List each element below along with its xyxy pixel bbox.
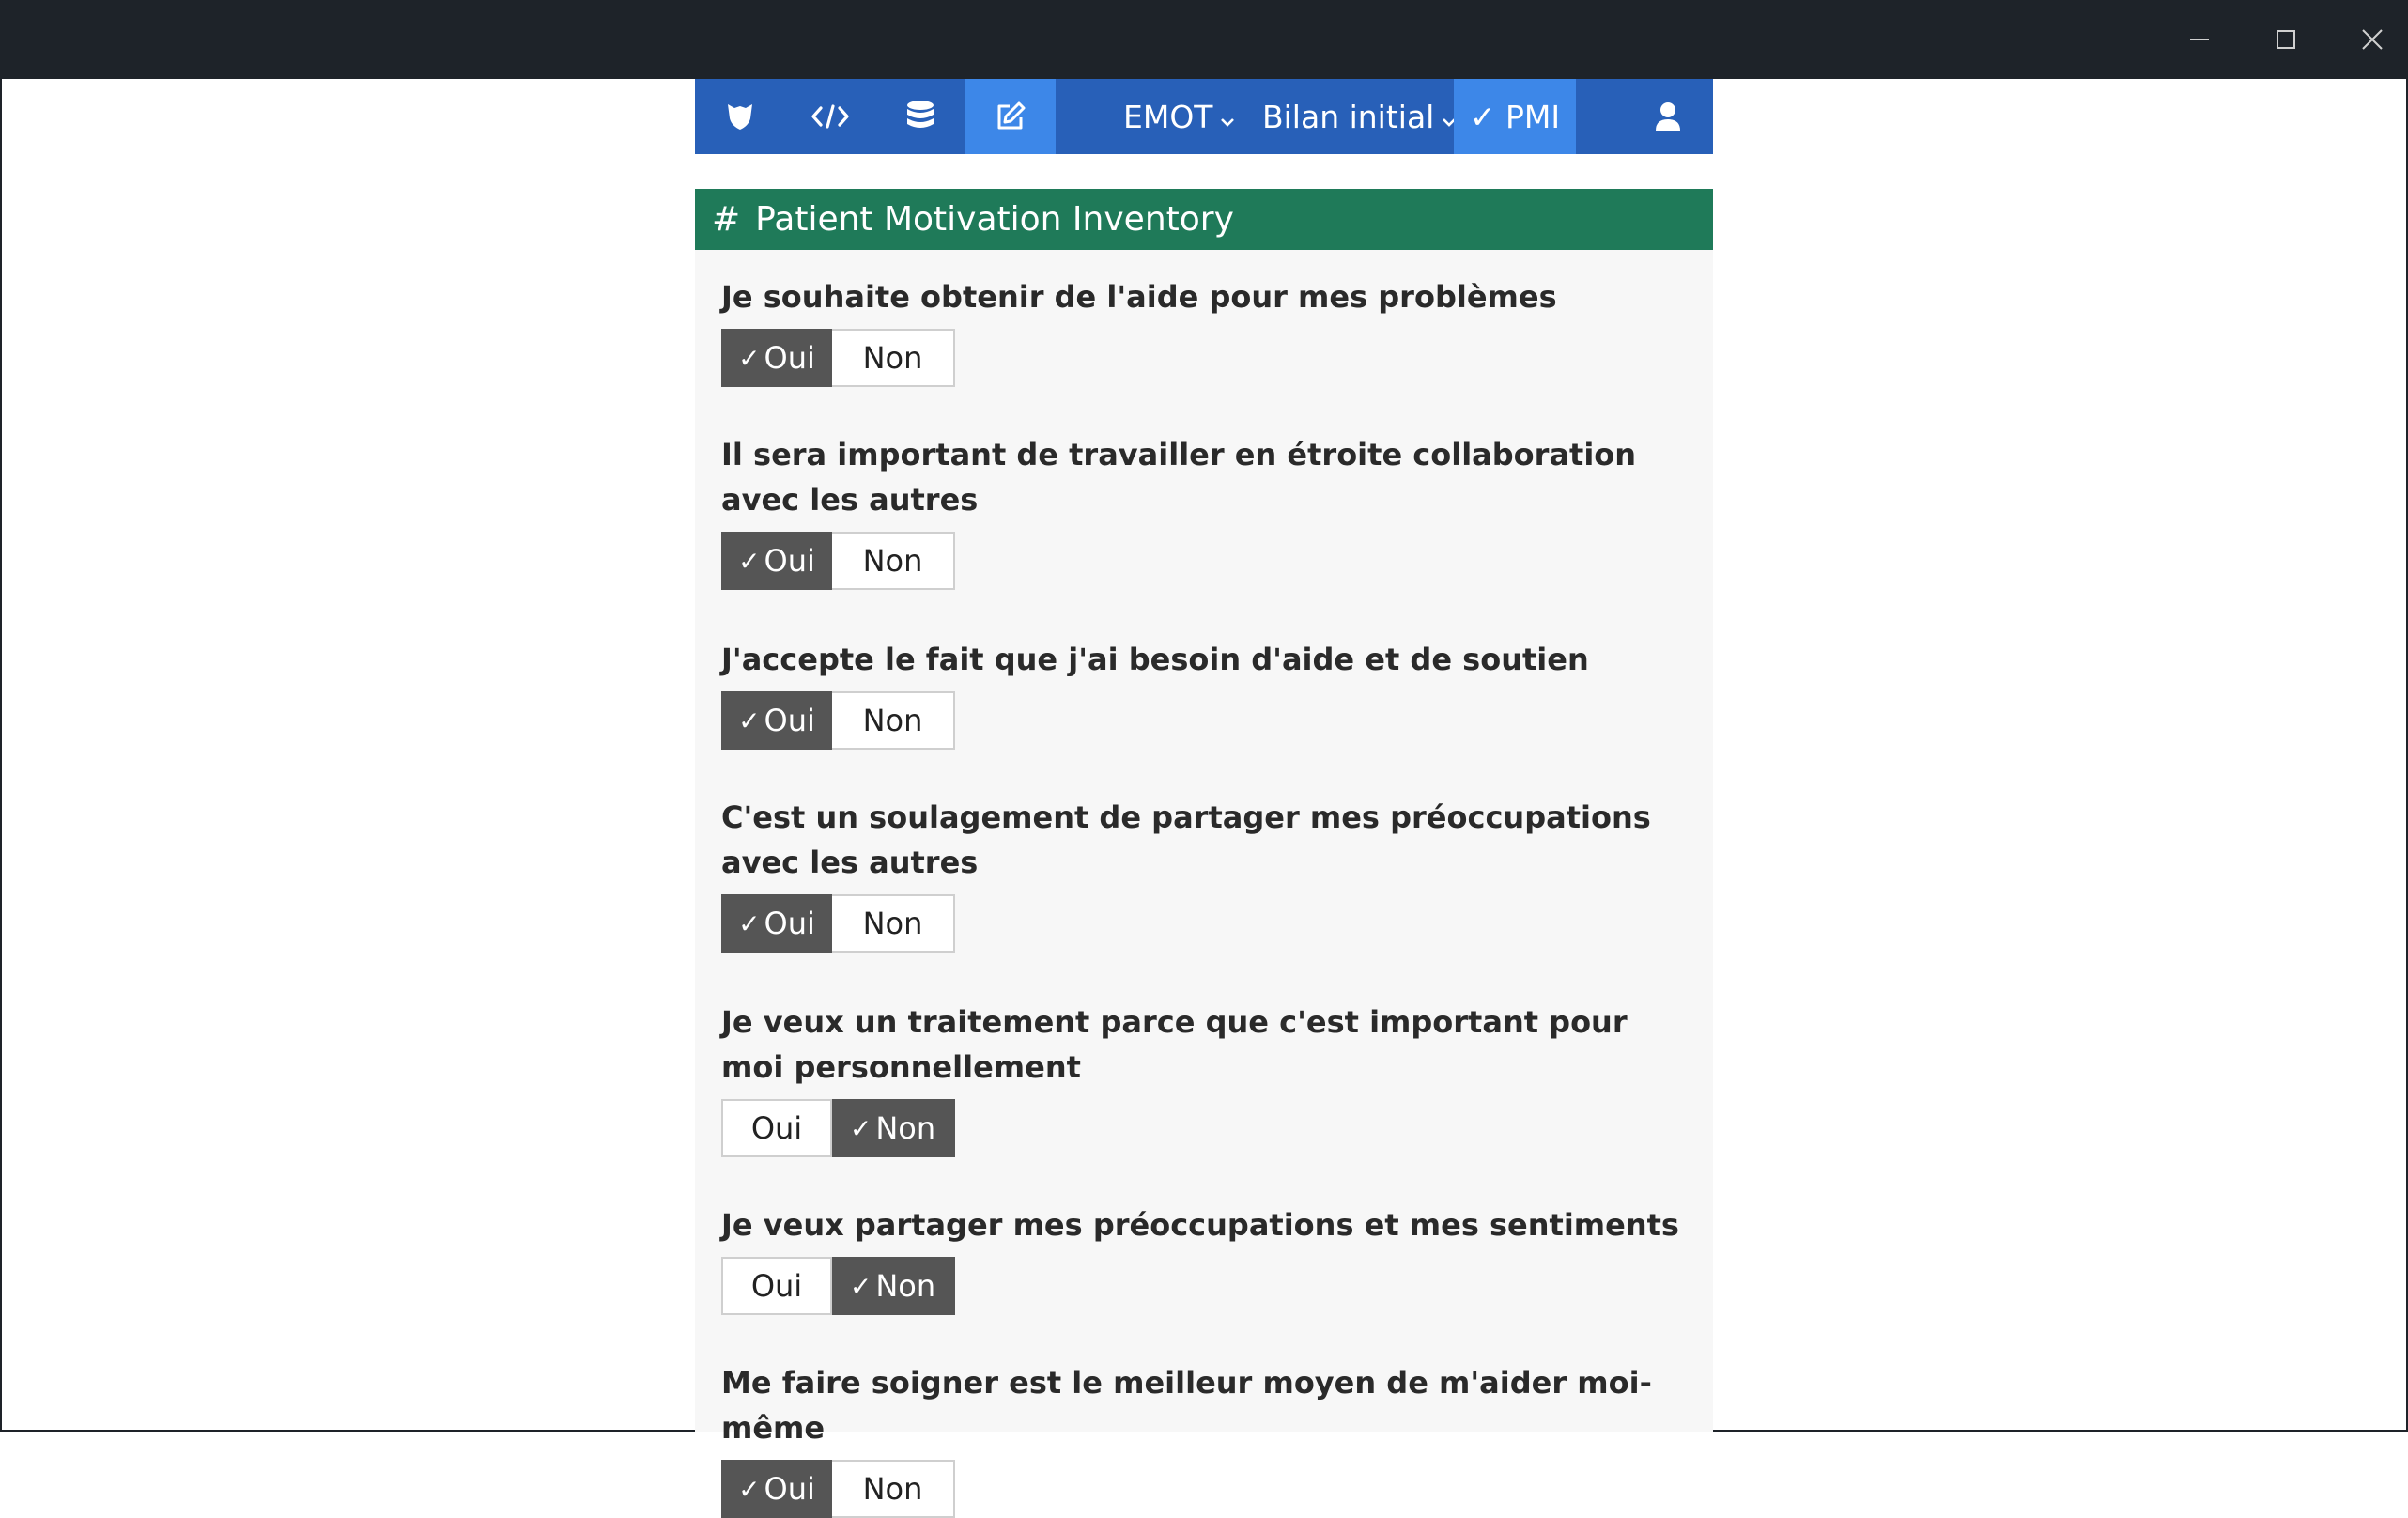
oui-non-toggle: ✓ Oui Non [721, 532, 1698, 590]
non-label: Non [875, 1110, 936, 1146]
anchor-hash[interactable]: # [712, 200, 740, 239]
oui-label: Oui [750, 1268, 803, 1304]
non-label: Non [862, 906, 923, 941]
close-icon [2362, 29, 2383, 50]
top-navbar: EMOT Bilan initial ✓ PMI [695, 79, 1713, 154]
maximize-icon [2277, 30, 2295, 49]
panel-header: # Patient Motivation Inventory [695, 189, 1713, 250]
oui-non-toggle: ✓ Oui Non [721, 691, 1698, 750]
non-button[interactable]: Non [832, 329, 955, 387]
database-icon [907, 101, 934, 128]
oui-label: Oui [764, 1471, 815, 1507]
check-icon: ✓ [849, 1270, 872, 1302]
check-icon: ✓ [849, 1112, 872, 1144]
question-label: J'accepte le fait que j'ai besoin d'aide… [721, 642, 1589, 677]
oui-label: Oui [764, 906, 815, 941]
oui-button[interactable]: ✓ Oui [721, 1460, 832, 1518]
non-button[interactable]: Non [832, 691, 955, 750]
check-icon: ✓ [738, 907, 761, 939]
pmi-tab[interactable]: ✓ PMI [1454, 79, 1576, 154]
minimize-icon [2190, 39, 2209, 40]
oui-button[interactable]: ✓ Oui [721, 691, 832, 750]
question-item: Il sera important de travailler en étroi… [721, 432, 1698, 590]
check-icon: ✓ [738, 545, 761, 577]
window-titlebar [0, 0, 2408, 79]
oui-label: Oui [764, 543, 815, 579]
oui-label: Oui [764, 703, 815, 738]
oui-non-toggle: Oui ✓ Non [721, 1099, 1698, 1157]
oui-button[interactable]: ✓ Oui [721, 894, 832, 953]
oui-button[interactable]: ✓ Oui [721, 532, 832, 590]
nav-home-button[interactable] [695, 79, 785, 154]
question-label: Me faire soigner est le meilleur moyen d… [721, 1365, 1652, 1446]
oui-label: Oui [764, 340, 815, 376]
check-icon: ✓ [738, 705, 761, 736]
question-item: Je souhaite obtenir de l'aide pour mes p… [721, 274, 1698, 387]
non-label: Non [862, 340, 923, 376]
bilan-dropdown[interactable]: Bilan initial [1262, 79, 1457, 154]
oui-button[interactable]: Oui [721, 1099, 832, 1157]
question-item: Me faire soigner est le meilleur moyen d… [721, 1360, 1698, 1518]
oui-button[interactable]: ✓ Oui [721, 329, 832, 387]
user-icon [1656, 102, 1680, 131]
edit-icon [997, 101, 1026, 130]
non-button[interactable]: Non [832, 1460, 955, 1518]
maximize-button[interactable] [2243, 0, 2329, 79]
emot-dropdown[interactable]: EMOT [1123, 79, 1235, 154]
close-button[interactable] [2329, 0, 2408, 79]
question-item: C'est un soulagement de partager mes pré… [721, 795, 1698, 953]
chevron-down-icon [1220, 99, 1235, 135]
nav-code-button[interactable] [785, 79, 875, 154]
oui-label: Oui [750, 1110, 803, 1146]
bilan-dropdown-label: Bilan initial [1262, 98, 1435, 135]
question-item: Je veux partager mes préoccupations et m… [721, 1202, 1698, 1315]
question-label: C'est un soulagement de partager mes pré… [721, 799, 1651, 880]
non-label: Non [862, 703, 923, 738]
question-label: Je veux un traitement parce que c'est im… [721, 1004, 1628, 1085]
oui-non-toggle: ✓ Oui Non [721, 329, 1698, 387]
non-button[interactable]: Non [832, 532, 955, 590]
question-label: Il sera important de travailler en étroi… [721, 437, 1637, 518]
question-item: J'accepte le fait que j'ai besoin d'aide… [721, 637, 1698, 750]
question-label: Je souhaite obtenir de l'aide pour mes p… [721, 279, 1557, 315]
non-label: Non [862, 543, 923, 579]
question-label: Je veux partager mes préoccupations et m… [721, 1207, 1679, 1243]
code-icon [811, 104, 849, 129]
non-label: Non [862, 1471, 923, 1507]
check-icon: ✓ [738, 1473, 761, 1505]
question-item: Je veux un traitement parce que c'est im… [721, 999, 1698, 1157]
nav-user-button[interactable] [1623, 79, 1713, 154]
non-button[interactable]: Non [832, 894, 955, 953]
oui-non-toggle: Oui ✓ Non [721, 1257, 1698, 1315]
shield-icon [728, 104, 752, 130]
minimize-button[interactable] [2156, 0, 2243, 79]
non-button[interactable]: ✓ Non [832, 1257, 955, 1315]
oui-button[interactable]: Oui [721, 1257, 832, 1315]
oui-non-toggle: ✓ Oui Non [721, 1460, 1698, 1518]
emot-dropdown-label: EMOT [1123, 98, 1213, 135]
pmi-panel: # Patient Motivation Inventory Je souhai… [695, 189, 1713, 1518]
nav-database-button[interactable] [875, 79, 965, 154]
oui-non-toggle: ✓ Oui Non [721, 894, 1698, 953]
non-button[interactable]: ✓ Non [832, 1099, 955, 1157]
non-label: Non [875, 1268, 936, 1304]
check-icon: ✓ [738, 342, 761, 374]
nav-edit-button[interactable] [965, 79, 1056, 154]
panel-title: Patient Motivation Inventory [755, 200, 1234, 239]
